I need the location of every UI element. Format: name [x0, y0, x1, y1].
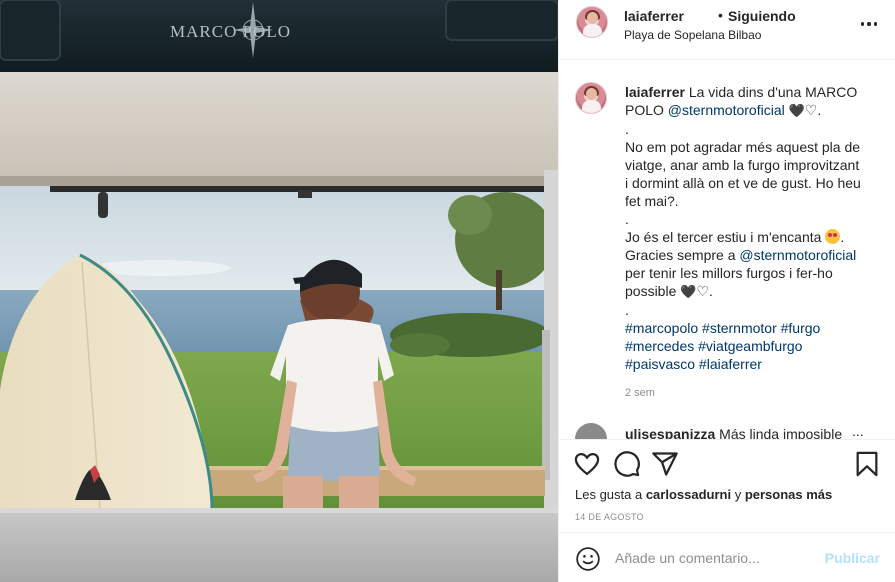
comment-bubble-icon[interactable] — [613, 450, 641, 478]
author-username[interactable]: laiaferrer — [624, 8, 684, 24]
share-send-icon[interactable] — [651, 450, 679, 478]
post-date[interactable]: 14 DE AGOSTO — [575, 512, 644, 522]
caption-para2-tail: . — [709, 283, 713, 299]
heart-eyes-emoji-icon — [825, 229, 841, 244]
mention-link[interactable]: @sternmotoroficial — [668, 102, 785, 118]
like-heart-icon[interactable] — [573, 450, 601, 478]
comments-section[interactable]: laiaferrer La vida dins d'una MARCO POLO… — [559, 61, 895, 439]
likes-others-link[interactable]: personas más — [745, 487, 832, 502]
add-comment-bar: Publicar — [559, 532, 895, 582]
post-side-panel: laiaferrer • Siguiendo Playa de Sopelana… — [558, 0, 895, 582]
caption-dot: . — [625, 302, 629, 318]
commenter-avatar[interactable] — [575, 423, 607, 439]
save-bookmark-icon[interactable] — [853, 450, 881, 478]
likes-prefix: Les gusta a — [575, 487, 646, 502]
likes-middle: y — [731, 487, 745, 502]
comment-more-icon[interactable]: ... — [852, 423, 864, 439]
post-photo[interactable]: MARCO POLO — [0, 0, 558, 582]
header-separator: • — [718, 7, 723, 23]
hashtags-link[interactable]: #marcopolo #sternmotor #furgo #mercedes … — [625, 319, 865, 373]
follow-status-button[interactable]: Siguiendo — [728, 8, 796, 24]
white-heart-icon: ♡ — [804, 102, 818, 118]
white-heart-icon: ♡ — [696, 283, 710, 299]
location-link[interactable]: Playa de Sopelana Bilbao — [624, 28, 761, 42]
post-time-ago[interactable]: 2 sem — [625, 387, 655, 399]
caption-username[interactable]: laiaferrer — [625, 84, 685, 100]
comment-input[interactable] — [615, 547, 815, 569]
comment-text: ulisespanizza Más linda imposible — [625, 426, 842, 439]
liker-username[interactable]: carlossadurni — [646, 487, 731, 502]
more-options-icon[interactable] — [857, 12, 881, 36]
publish-button[interactable]: Publicar — [825, 550, 880, 566]
author-avatar[interactable] — [576, 6, 608, 38]
black-heart-icon: 🖤 — [680, 284, 697, 299]
caption-dot: . — [625, 211, 629, 227]
black-heart-icon: 🖤 — [788, 103, 805, 118]
mention-link[interactable]: @sternmotoroficial — [739, 247, 856, 263]
likes-summary: Les gusta a carlossadurni y personas más — [575, 487, 832, 502]
post-header: laiaferrer • Siguiendo Playa de Sopelana… — [559, 0, 895, 60]
van-surf-scene: MARCO POLO — [0, 0, 558, 582]
caption-para2-end: per tenir les millors furgos i fer-ho po… — [625, 265, 833, 299]
commenter-username[interactable]: ulisespanizza — [625, 426, 715, 439]
post-caption: laiaferrer La vida dins d'una MARCO POLO… — [625, 83, 865, 373]
brand-text: MARCO POLO — [170, 22, 291, 41]
caption-paragraph-1: No em pot agradar més aquest pla de viat… — [625, 139, 861, 209]
post-actions: Les gusta a carlossadurni y personas más… — [559, 439, 895, 532]
caption-dot: . — [625, 121, 629, 137]
caption-avatar[interactable] — [575, 82, 607, 114]
instagram-post: MARCO POLO laiaferrer • Siguiendo Playa … — [0, 0, 895, 582]
caption-line1-end: . — [817, 102, 822, 118]
emoji-smile-icon[interactable] — [575, 546, 601, 572]
comment-body: Más linda imposible — [715, 426, 843, 439]
caption-para2-start: Jo és el tercer estiu i m'encanta — [625, 229, 826, 245]
